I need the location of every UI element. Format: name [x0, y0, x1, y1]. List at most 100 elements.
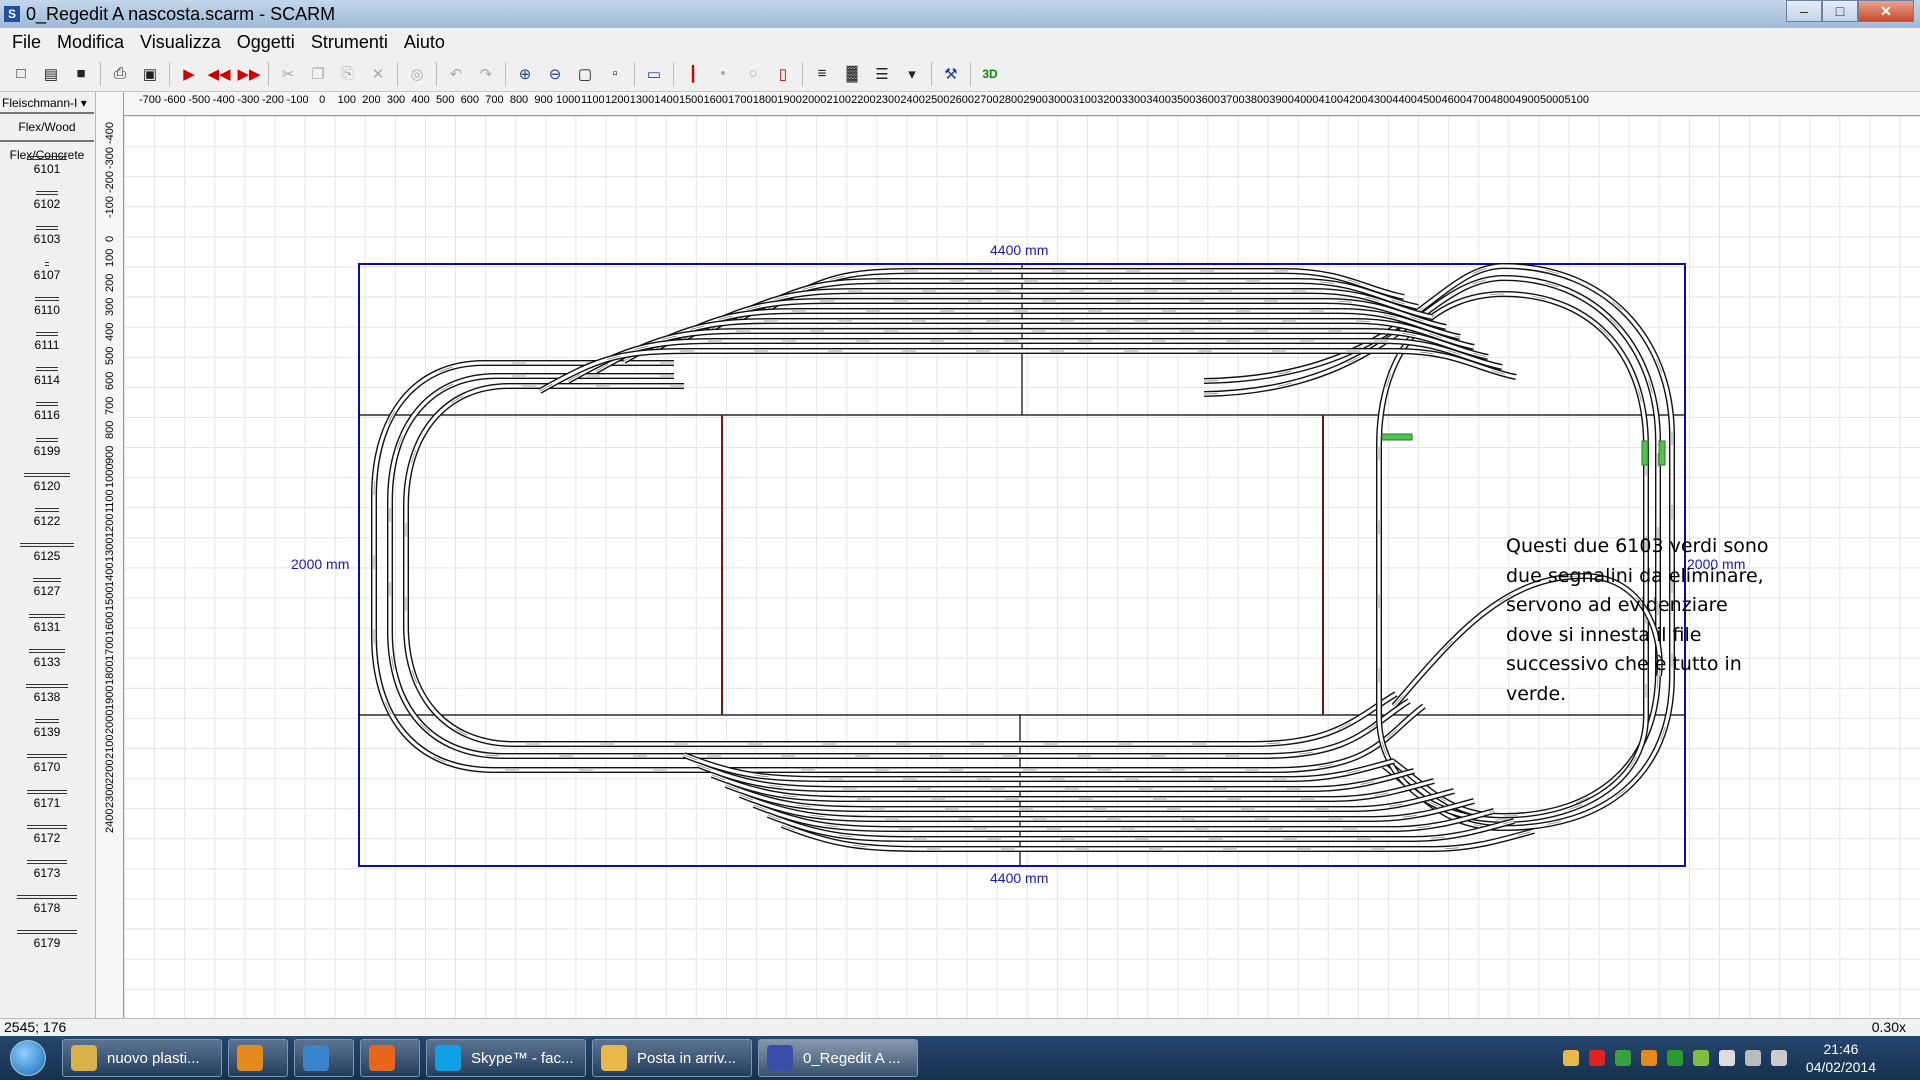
title-bar[interactable]: S 0_Regedit A nascosta.scarm - SCARM – □…: [0, 0, 1920, 28]
lock-icon[interactable]: •: [712, 63, 734, 85]
measure-icon[interactable]: ⚒: [940, 63, 962, 85]
palette-item-6116[interactable]: 6116: [0, 402, 94, 422]
layers-icon[interactable]: ☰: [871, 63, 893, 85]
track-piece-icon: [35, 719, 59, 724]
rewind-icon[interactable]: ◀◀: [207, 63, 230, 85]
palette-item-6102[interactable]: 6102: [0, 191, 94, 211]
palette-item-6179[interactable]: 6179: [0, 930, 94, 950]
layout-canvas[interactable]: 4400 mm 4400 mm 2000 mm 2000 mm Questi d…: [124, 116, 1920, 1018]
fix-icon[interactable]: ○: [742, 63, 764, 85]
break-icon[interactable]: ▯: [772, 63, 794, 85]
bridge-icon[interactable]: ≡: [811, 63, 833, 85]
redo-icon[interactable]: ↷: [475, 63, 497, 85]
palette-item-6120[interactable]: 6120: [0, 472, 94, 493]
layers-dropdown-icon[interactable]: ▾: [901, 63, 923, 85]
clock[interactable]: 21:46 04/02/2014: [1806, 1040, 1876, 1076]
new-file-icon[interactable]: □: [10, 63, 32, 85]
maximize-button[interactable]: □: [1822, 0, 1858, 22]
library-select[interactable]: Fleischmann-I ▾: [0, 94, 94, 114]
tray-network-icon[interactable]: [1692, 1050, 1709, 1066]
ruler-tick-label: 3500: [1170, 94, 1196, 106]
taskbar-network[interactable]: [294, 1039, 354, 1077]
palette-item-6171[interactable]: 6171: [0, 789, 94, 810]
start-button[interactable]: [0, 1036, 56, 1080]
fast-forward-icon[interactable]: ▶▶: [237, 63, 260, 85]
tray-app-icon[interactable]: [1640, 1050, 1657, 1066]
delete-icon[interactable]: ✕: [367, 63, 389, 85]
palette-item-label: 6120: [33, 478, 61, 493]
find-icon[interactable]: ◎: [406, 63, 428, 85]
palette-item-label: 6138: [33, 690, 61, 704]
palette-item-6110[interactable]: 6110: [0, 296, 94, 317]
palette-item-6101[interactable]: 6101: [0, 156, 94, 176]
menu-oggetti[interactable]: Oggetti: [229, 32, 303, 53]
paste-icon[interactable]: ⎘: [337, 63, 359, 85]
tray-mail-icon[interactable]: [1562, 1050, 1579, 1066]
palette-item-6199[interactable]: 6199: [0, 437, 94, 458]
tunnel-icon[interactable]: ▓: [841, 63, 863, 85]
taskbar-skype[interactable]: Skype™ - fac...: [426, 1039, 586, 1077]
outer-track-3-inner: [404, 384, 1397, 746]
copy-icon[interactable]: ❐: [307, 63, 329, 85]
minimize-button[interactable]: –: [1786, 0, 1822, 22]
taskbar-scarm[interactable]: 0_Regedit A ...: [758, 1039, 918, 1077]
save-icon[interactable]: ■: [70, 63, 92, 85]
ruler-tick-label: 1000: [555, 94, 581, 106]
tray-monitor-icon[interactable]: [1744, 1050, 1761, 1066]
tray-update-icon[interactable]: [1614, 1050, 1631, 1066]
toolbar-separator: [397, 61, 398, 86]
scarm-app-icon: S: [4, 6, 20, 22]
palette-item-6173[interactable]: 6173: [0, 860, 94, 880]
ruler-tick-label: 4900: [1515, 94, 1540, 106]
undo-icon[interactable]: ↶: [445, 63, 467, 85]
upper-yard-track: [538, 348, 1517, 394]
palette-item-6122[interactable]: 6122: [0, 508, 94, 528]
menu-aiuto[interactable]: Aiuto: [396, 32, 453, 53]
palette-item-6138[interactable]: 6138: [0, 684, 94, 704]
cut-icon[interactable]: ✂: [277, 63, 299, 85]
palette-item-6111[interactable]: 6111: [0, 332, 94, 352]
palette-item-6127[interactable]: 6127: [0, 578, 94, 598]
palette-item-6107[interactable]: 6107: [0, 261, 94, 282]
palette-item-6103[interactable]: 6103: [0, 226, 94, 246]
play-icon[interactable]: ▶: [178, 63, 200, 85]
track-piece-icon: [36, 402, 58, 407]
zoom-out-icon[interactable]: ⊖: [544, 63, 566, 85]
palette-item-6172[interactable]: 6172: [0, 824, 94, 845]
menu-modifica[interactable]: Modifica: [49, 32, 132, 53]
palette-item-6125[interactable]: 6125: [0, 543, 94, 563]
tray-volume-icon[interactable]: [1770, 1050, 1787, 1066]
clock-time: 21:46: [1823, 1041, 1859, 1057]
palette-category-flex-wood[interactable]: Flex/Wood: [0, 112, 94, 140]
3d-view-icon[interactable]: 3D: [979, 63, 1001, 85]
taskbar-media-player[interactable]: [228, 1039, 288, 1077]
zoom-fit-icon[interactable]: ▢: [574, 63, 596, 85]
ruler-tick-label: 5100: [1564, 94, 1590, 106]
palette-item-6178[interactable]: 6178: [0, 895, 94, 915]
taskbar-item-label: nuovo plasti...: [107, 1049, 200, 1067]
taskbar-firefox[interactable]: [360, 1039, 420, 1077]
tray-nvidia-icon[interactable]: [1666, 1050, 1683, 1066]
tray-security-icon[interactable]: [1588, 1050, 1605, 1066]
taskbar-mail[interactable]: Posta in arriv...: [592, 1039, 752, 1077]
palette-item-6131[interactable]: 6131: [0, 613, 94, 634]
background-image-icon[interactable]: ▭: [643, 63, 665, 85]
close-button[interactable]: ✕: [1858, 0, 1914, 22]
taskbar-folder[interactable]: nuovo plasti...: [62, 1039, 222, 1077]
zoom-in-icon[interactable]: ⊕: [514, 63, 536, 85]
print-preview-icon[interactable]: ▣: [139, 63, 161, 85]
track-piece-icon: [27, 156, 67, 160]
palette-item-6139[interactable]: 6139: [0, 719, 94, 739]
palette-item-6114[interactable]: 6114: [0, 367, 94, 387]
menu-visualizza[interactable]: Visualizza: [132, 32, 229, 53]
zoom-window-icon[interactable]: ▫: [604, 63, 626, 85]
print-icon[interactable]: ⎙: [109, 63, 131, 85]
ruler-tick-label: -400: [104, 121, 116, 144]
flex-track-icon[interactable]: ┃: [682, 63, 704, 85]
tray-flag-icon[interactable]: [1718, 1050, 1735, 1066]
palette-item-6170[interactable]: 6170: [0, 754, 94, 774]
menu-file[interactable]: File: [4, 32, 49, 53]
open-folder-icon[interactable]: ▤: [40, 63, 62, 85]
menu-strumenti[interactable]: Strumenti: [303, 32, 396, 53]
palette-item-6133[interactable]: 6133: [0, 648, 94, 669]
